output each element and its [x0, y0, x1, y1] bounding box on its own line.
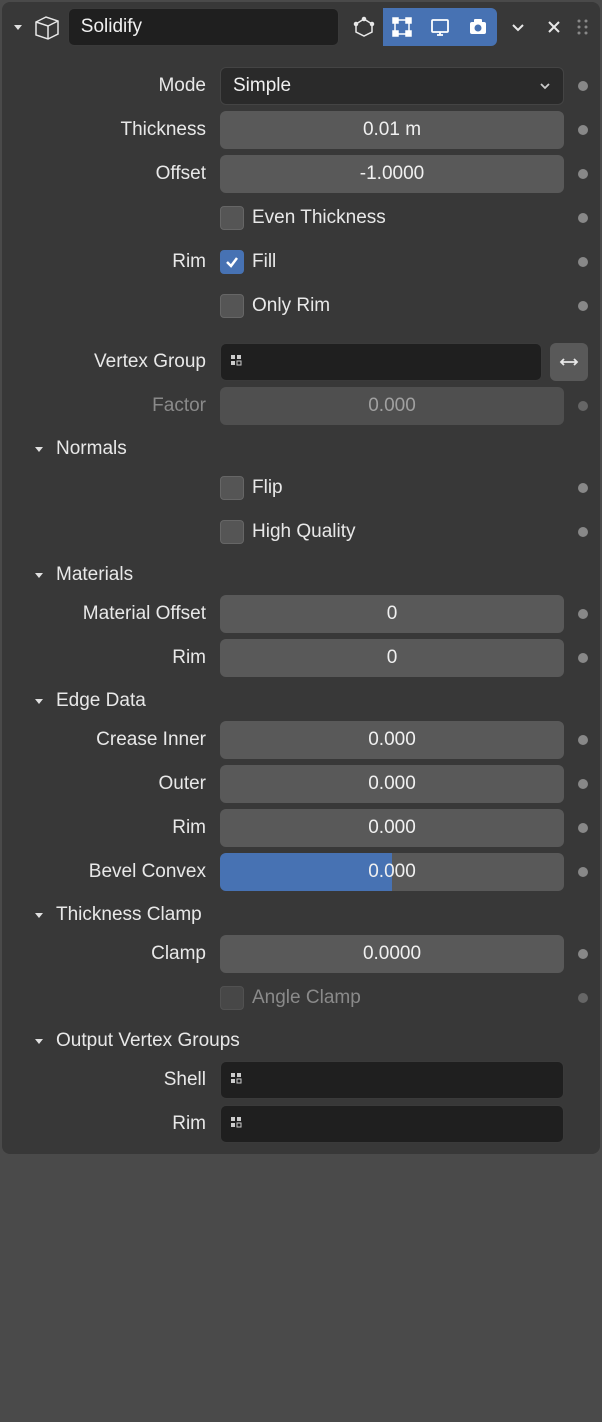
- crease-outer-input[interactable]: 0.000: [220, 765, 564, 803]
- even-thickness-checkbox[interactable]: [220, 206, 244, 230]
- high-quality-label: High Quality: [252, 521, 356, 543]
- offset-label: Offset: [10, 163, 210, 185]
- rim-vg-label: Rim: [10, 1113, 210, 1135]
- show-editmode-button[interactable]: [383, 8, 421, 46]
- even-thickness-label: Even Thickness: [252, 207, 386, 229]
- show-render-button[interactable]: [459, 8, 497, 46]
- crease-rim-label: Rim: [10, 817, 210, 839]
- modifier-header: [2, 2, 600, 52]
- thickness-clamp-title: Thickness Clamp: [56, 904, 202, 926]
- crease-outer-label: Outer: [10, 773, 210, 795]
- edge-data-subheader[interactable]: Edge Data: [2, 680, 600, 718]
- thickness-clamp-subheader[interactable]: Thickness Clamp: [2, 894, 600, 932]
- show-viewport-button[interactable]: [421, 8, 459, 46]
- material-offset-input[interactable]: 0: [220, 595, 564, 633]
- animate-dot[interactable]: [578, 401, 588, 411]
- high-quality-checkbox[interactable]: [220, 520, 244, 544]
- modifier-panel: Mode Simple Thickness 0.01 m Offset -1.0…: [2, 2, 600, 1154]
- flip-normals-checkbox[interactable]: [220, 476, 244, 500]
- only-rim-label: Only Rim: [252, 295, 330, 317]
- expand-toggle[interactable]: [10, 17, 26, 37]
- animate-dot[interactable]: [578, 125, 588, 135]
- flip-label: Flip: [252, 477, 283, 499]
- animate-dot[interactable]: [578, 609, 588, 619]
- fill-label: Fill: [252, 251, 276, 273]
- animate-dot[interactable]: [578, 483, 588, 493]
- animate-dot[interactable]: [578, 257, 588, 267]
- expand-toggle[interactable]: [30, 1032, 48, 1050]
- animate-dot[interactable]: [578, 735, 588, 745]
- expand-toggle[interactable]: [30, 692, 48, 710]
- extras-menu-button[interactable]: [503, 8, 533, 46]
- mode-select[interactable]: Simple: [220, 67, 564, 105]
- vertex-group-icon: [229, 1071, 247, 1089]
- animate-dot[interactable]: [578, 779, 588, 789]
- expand-toggle[interactable]: [30, 440, 48, 458]
- animate-dot[interactable]: [578, 993, 588, 1003]
- bevel-convex-label: Bevel Convex: [10, 861, 210, 883]
- vertex-group-icon: [229, 353, 247, 371]
- expand-toggle[interactable]: [30, 566, 48, 584]
- materials-title: Materials: [56, 564, 133, 586]
- animate-dot[interactable]: [578, 527, 588, 537]
- modifier-name-input[interactable]: [68, 8, 339, 46]
- material-rim-label: Rim: [10, 647, 210, 669]
- mode-value: Simple: [233, 75, 291, 97]
- vertex-group-input[interactable]: [220, 343, 542, 381]
- output-vg-title: Output Vertex Groups: [56, 1030, 240, 1052]
- crease-inner-input[interactable]: 0.000: [220, 721, 564, 759]
- animate-dot[interactable]: [578, 169, 588, 179]
- vertex-group-label: Vertex Group: [10, 351, 210, 373]
- drag-handle[interactable]: [575, 17, 592, 37]
- angle-clamp-checkbox[interactable]: [220, 986, 244, 1010]
- factor-input[interactable]: 0.000: [220, 387, 564, 425]
- crease-rim-input[interactable]: 0.000: [220, 809, 564, 847]
- normals-subheader[interactable]: Normals: [2, 428, 600, 466]
- vertex-group-icon: [229, 1115, 247, 1133]
- rim-label: Rim: [10, 251, 210, 273]
- angle-clamp-label: Angle Clamp: [252, 987, 361, 1009]
- materials-subheader[interactable]: Materials: [2, 554, 600, 592]
- shell-vg-input[interactable]: [220, 1061, 564, 1099]
- solidify-icon: [32, 10, 62, 44]
- delete-modifier-button[interactable]: [539, 8, 569, 46]
- animate-dot[interactable]: [578, 867, 588, 877]
- clamp-input[interactable]: 0.0000: [220, 935, 564, 973]
- rim-vg-input[interactable]: [220, 1105, 564, 1143]
- chevron-down-icon: [539, 80, 551, 92]
- show-vertex-button[interactable]: [345, 8, 383, 46]
- animate-dot[interactable]: [578, 823, 588, 833]
- animate-dot[interactable]: [578, 653, 588, 663]
- clamp-label: Clamp: [10, 943, 210, 965]
- edge-data-title: Edge Data: [56, 690, 146, 712]
- thickness-label: Thickness: [10, 119, 210, 141]
- crease-inner-label: Crease Inner: [10, 729, 210, 751]
- animate-dot[interactable]: [578, 949, 588, 959]
- bevel-convex-input[interactable]: 0.000: [220, 853, 564, 891]
- normals-title: Normals: [56, 438, 127, 460]
- mode-label: Mode: [10, 75, 210, 97]
- vertex-group-invert-button[interactable]: [550, 343, 588, 381]
- material-rim-input[interactable]: 0: [220, 639, 564, 677]
- expand-toggle[interactable]: [30, 906, 48, 924]
- fill-rim-checkbox[interactable]: [220, 250, 244, 274]
- display-mode-buttons: [345, 8, 497, 46]
- output-vg-subheader[interactable]: Output Vertex Groups: [2, 1020, 600, 1058]
- thickness-input[interactable]: 0.01 m: [220, 111, 564, 149]
- only-rim-checkbox[interactable]: [220, 294, 244, 318]
- animate-dot[interactable]: [578, 213, 588, 223]
- shell-label: Shell: [10, 1069, 210, 1091]
- animate-dot[interactable]: [578, 81, 588, 91]
- factor-label: Factor: [10, 395, 210, 417]
- animate-dot[interactable]: [578, 301, 588, 311]
- material-offset-label: Material Offset: [10, 603, 210, 625]
- offset-input[interactable]: -1.0000: [220, 155, 564, 193]
